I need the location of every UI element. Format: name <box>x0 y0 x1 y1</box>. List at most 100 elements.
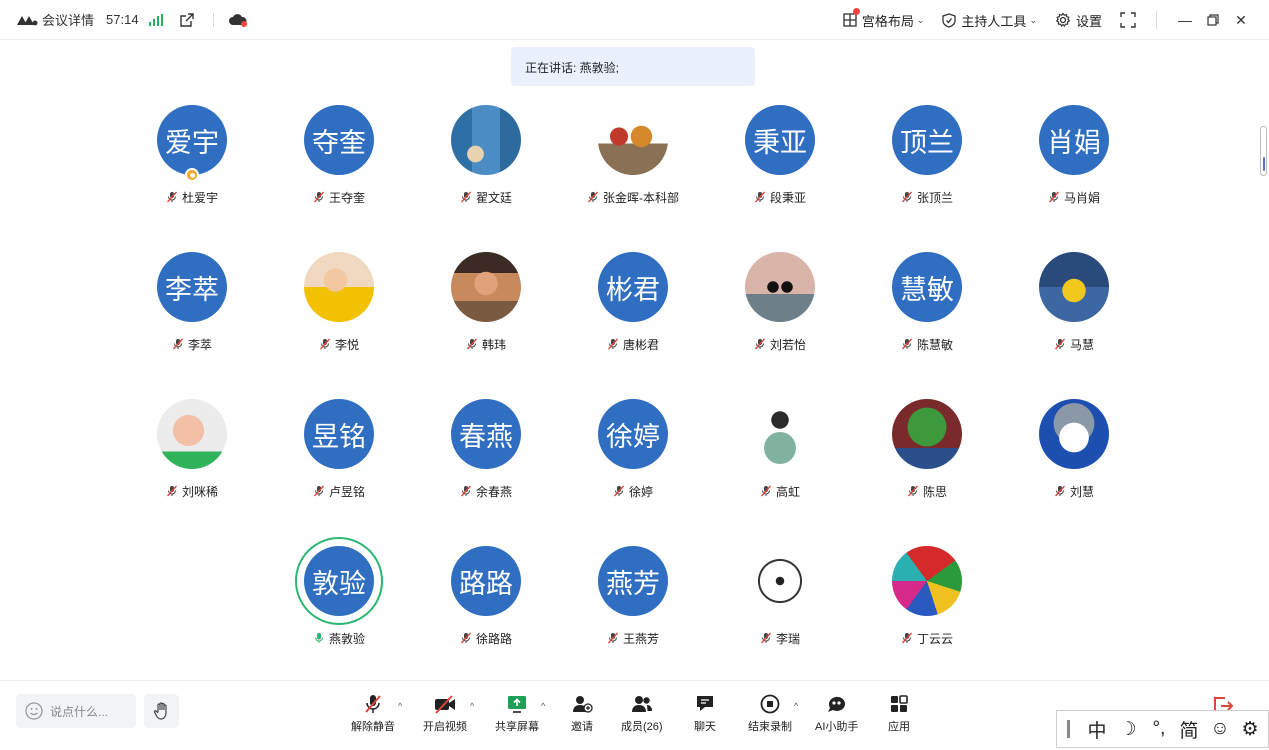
participant-tile[interactable]: 刘咪稀 <box>122 399 262 509</box>
participant-name: 徐路路 <box>475 631 512 646</box>
participant-tile[interactable]: 夺奎 王夺奎 <box>269 105 409 215</box>
participant-name: 高虹 <box>775 484 800 499</box>
chat-button[interactable]: 聊天 <box>694 693 716 734</box>
participant-name-row: 陈慧敏 <box>857 335 997 353</box>
chevron-up-icon[interactable]: ^ <box>398 701 402 711</box>
members-button[interactable]: 成员(26) <box>621 693 663 734</box>
avatar-photo <box>304 252 374 322</box>
chat-input[interactable]: 说点什么... <box>16 694 136 728</box>
fullscreen-icon[interactable] <box>1120 12 1136 28</box>
mic-muted-icon <box>613 485 625 497</box>
participant-tile[interactable]: 高虹 <box>710 399 850 509</box>
participant-name: 王夺奎 <box>328 190 365 205</box>
network-signal-icon[interactable] <box>148 13 163 26</box>
participant-tile[interactable]: 秉亚 段秉亚 <box>710 105 850 215</box>
participant-tile[interactable]: 韩玮 <box>416 252 556 362</box>
apps-button[interactable]: 应用 <box>888 693 910 734</box>
participant-tile[interactable]: 春燕 余春燕 <box>416 399 556 509</box>
participant-tile[interactable]: 顶兰张顶兰 <box>857 105 997 215</box>
moon-icon[interactable]: ☽ <box>1112 718 1144 741</box>
avatar: 顶兰 <box>892 105 962 175</box>
chevron-up-icon[interactable]: ^ <box>470 701 474 711</box>
close-icon[interactable]: ✕ <box>1227 12 1255 29</box>
participant-name-row: 刘慧 <box>1004 482 1144 500</box>
participant-tile[interactable]: 昱铭卢昱铭 <box>269 399 409 509</box>
members-label: 成员(26) <box>621 721 663 733</box>
stop-recording-button[interactable]: 结束录制 <box>748 693 792 734</box>
start-video-button[interactable]: 开启视频 <box>423 693 467 734</box>
participant-name: 卢昱铭 <box>328 484 365 499</box>
ime-grip[interactable] <box>1067 720 1070 738</box>
participant-tile[interactable]: 丁云云 <box>857 546 997 656</box>
grid-layout-button[interactable]: 宫格布局 ⌄ <box>843 7 924 30</box>
avatar: 彬君 <box>598 252 668 322</box>
avatar-photo <box>892 546 962 616</box>
participant-tile[interactable]: 李悦 <box>269 252 409 362</box>
participant-tile[interactable]: 刘慧 <box>1004 399 1144 509</box>
emoji-icon[interactable]: ☺ <box>1204 718 1236 740</box>
share-screen-label: 共享屏幕 <box>495 721 539 733</box>
settings-button[interactable]: 设置 <box>1055 11 1102 30</box>
chevron-up-icon[interactable]: ^ <box>541 701 545 711</box>
participant-tile[interactable]: 陈思 <box>857 399 997 509</box>
unmute-button[interactable]: 解除静音 <box>351 693 395 734</box>
participant-name: 丁云云 <box>916 631 953 646</box>
share-screen-button[interactable]: 共享屏幕 <box>495 693 539 734</box>
participant-tile[interactable]: 敦验 燕敦验 <box>269 537 409 656</box>
restore-icon[interactable] <box>1199 14 1227 26</box>
participant-tile[interactable]: 燕芳 王燕芳 <box>563 546 703 656</box>
participant-tile[interactable]: 彬君 唐彬君 <box>563 252 703 362</box>
ime-script-toggle[interactable]: 简 <box>1174 716 1204 743</box>
participant-tile[interactable]: 马慧 <box>1004 252 1144 362</box>
ai-assistant-button[interactable]: AI小助手 <box>815 693 858 734</box>
camera-off-icon <box>435 695 455 714</box>
avatar: 昱铭 <box>304 399 374 469</box>
participant-tile[interactable]: 张金晖-本科部 <box>563 105 703 215</box>
scrollbar[interactable] <box>1260 126 1267 176</box>
participant-tile[interactable]: 路路 徐路路 <box>416 546 556 656</box>
participant-tile[interactable]: 刘若怡 <box>710 252 850 362</box>
participant-tile[interactable]: 徐婷 徐婷 <box>563 399 703 509</box>
participant-name: 陈慧敏 <box>916 337 953 352</box>
ime-punctuation-toggle[interactable]: °, <box>1144 718 1174 740</box>
mic-muted-icon <box>907 485 919 497</box>
participant-name-row: 马肖娟 <box>1004 188 1144 206</box>
divider <box>212 11 214 28</box>
divider <box>1156 11 1157 29</box>
mic-muted-icon <box>607 338 619 350</box>
mic-muted-icon <box>172 338 184 350</box>
invite-button[interactable]: 邀请 <box>571 693 593 734</box>
avatar-photo <box>451 252 521 322</box>
participant-name-row: 杜爱宇 <box>122 188 262 206</box>
participant-tile[interactable]: 李萃 李萃 <box>122 252 262 362</box>
chevron-up-icon[interactable]: ^ <box>794 701 798 711</box>
participant-tile[interactable]: 爱宇 杜爱宇 <box>122 105 262 215</box>
chat-input-placeholder: 说点什么... <box>50 704 109 719</box>
participant-name-row: 徐路路 <box>416 629 556 647</box>
tencent-meeting-logo-icon <box>17 15 38 25</box>
ime-mode-toggle[interactable]: 中 <box>1082 716 1112 743</box>
participant-name-row: 余春燕 <box>416 482 556 500</box>
participant-name: 张顶兰 <box>916 190 953 205</box>
popout-icon[interactable] <box>179 12 195 28</box>
cloud-recording-icon[interactable] <box>228 12 248 28</box>
avatar-photo <box>745 546 815 616</box>
grid-layout-label: 宫格布局 <box>861 13 914 29</box>
chat-label: 聊天 <box>694 721 716 733</box>
host-tools-button[interactable]: 主持人工具 ⌄ <box>942 11 1037 30</box>
participant-tile[interactable]: 翟文廷 <box>416 105 556 215</box>
mic-muted-icon <box>1054 338 1066 350</box>
participant-name: 徐婷 <box>628 484 653 499</box>
participant-tile[interactable]: 肖娟 马肖娟 <box>1004 105 1144 215</box>
ime-toolbar: 中 ☽ °, 简 ☺ ⚙ <box>1056 710 1269 748</box>
raise-hand-button[interactable] <box>144 694 179 728</box>
minimize-icon[interactable]: — <box>1171 12 1199 28</box>
participant-tile[interactable]: 慧敏 陈慧敏 <box>857 252 997 362</box>
participant-name: 马慧 <box>1069 337 1094 352</box>
mic-muted-icon <box>901 338 913 350</box>
meeting-details-button[interactable]: 会议详情 <box>42 10 94 29</box>
stop-recording-label: 结束录制 <box>748 721 792 733</box>
participant-name-row: 王燕芳 <box>563 629 703 647</box>
gear-icon[interactable]: ⚙ <box>1236 718 1264 741</box>
participant-tile[interactable]: 李瑞 <box>710 546 850 656</box>
